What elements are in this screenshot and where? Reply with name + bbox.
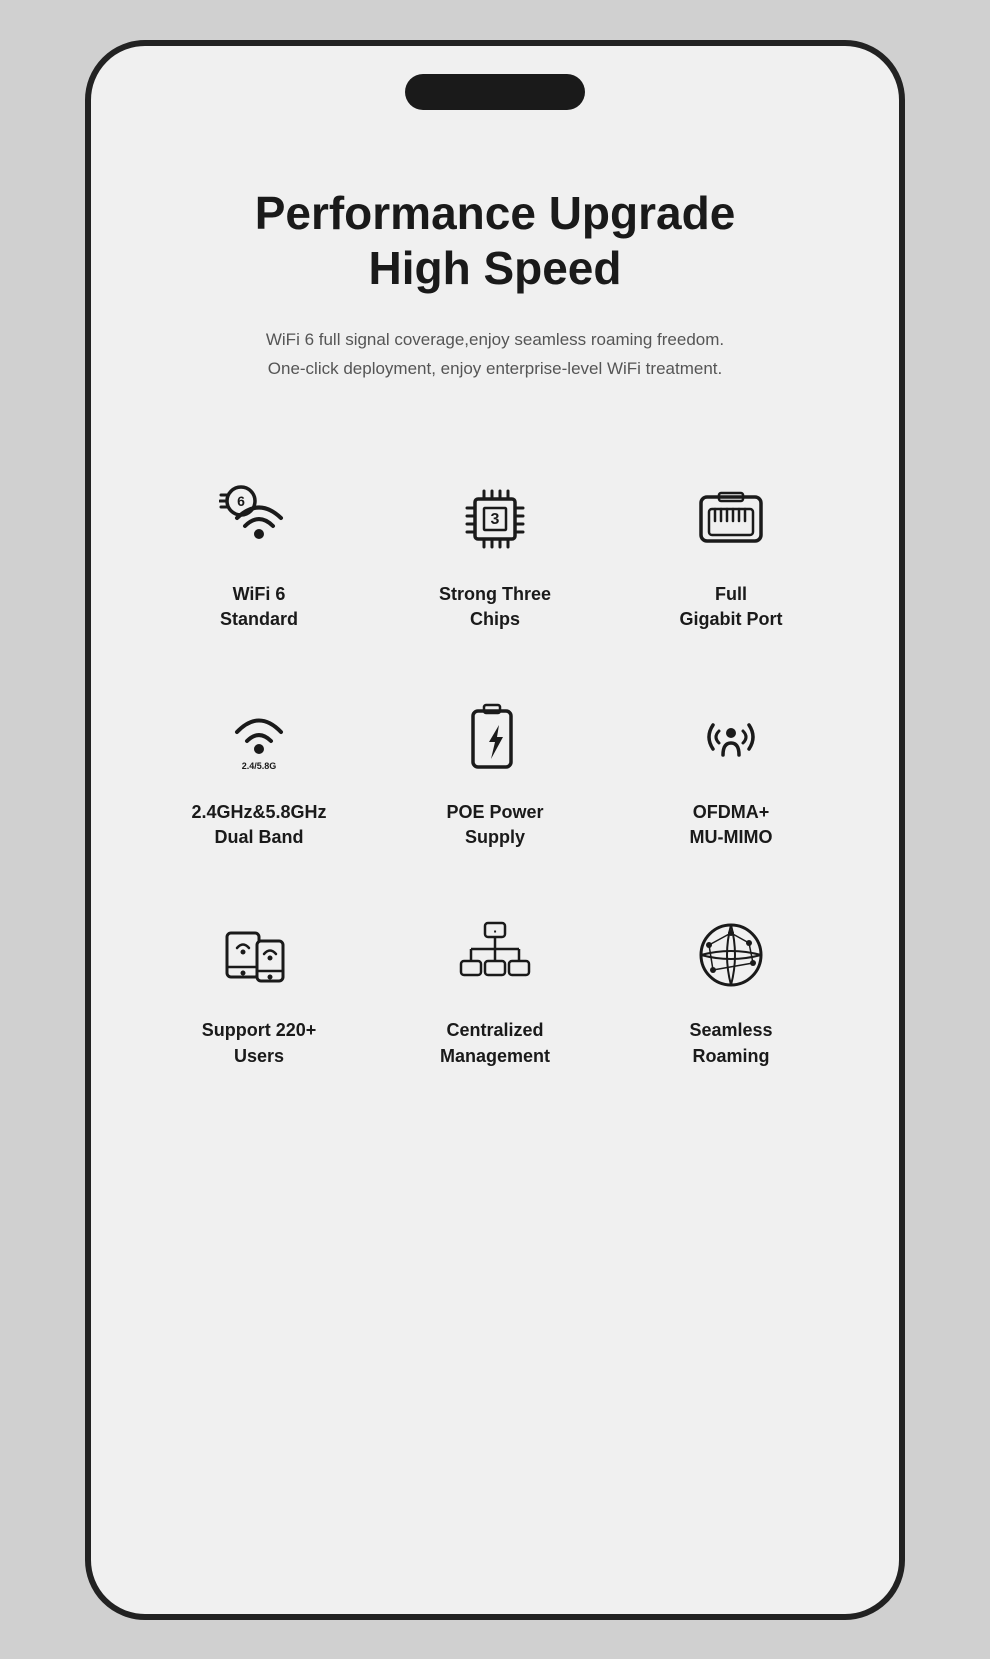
feature-chips: 3	[387, 444, 603, 652]
gigabit-label: FullGigabit Port	[680, 582, 783, 632]
management-icon: ▪	[450, 910, 540, 1000]
ofdma-label: OFDMA+MU-MIMO	[690, 800, 773, 850]
feature-ofdma: OFDMA+MU-MIMO	[623, 662, 839, 870]
ofdma-icon	[686, 692, 776, 782]
feature-wifi6: 6 WiFi 6Standard	[151, 444, 367, 652]
dualband-icon: 2.4/5.8G	[214, 692, 304, 782]
svg-text:2.4/5.8G: 2.4/5.8G	[242, 761, 277, 771]
users-label: Support 220+Users	[202, 1018, 317, 1068]
gigabit-icon	[686, 474, 776, 564]
feature-management: ▪	[387, 880, 603, 1088]
phone-notch	[405, 74, 585, 110]
chips-label: Strong ThreeChips	[439, 582, 551, 632]
chips-icon: 3	[450, 474, 540, 564]
feature-gigabit: FullGigabit Port	[623, 444, 839, 652]
title-section: Performance UpgradeHigh Speed WiFi 6 ful…	[255, 186, 736, 384]
page-subtitle: WiFi 6 full signal coverage,enjoy seamle…	[255, 326, 736, 384]
svg-text:▪: ▪	[494, 927, 497, 936]
page-title: Performance UpgradeHigh Speed	[255, 186, 736, 296]
feature-roaming: SeamlessRoaming	[623, 880, 839, 1088]
management-label: CentralizedManagement	[440, 1018, 550, 1068]
roaming-icon	[686, 910, 776, 1000]
dualband-label: 2.4GHz&5.8GHzDual Band	[191, 800, 326, 850]
poe-icon	[450, 692, 540, 782]
feature-dualband: 2.4/5.8G 2.4GHz&5.8GHzDual Band	[151, 662, 367, 870]
wifi6-icon: 6	[214, 474, 304, 564]
svg-text:6: 6	[237, 493, 245, 509]
svg-text:3: 3	[491, 511, 500, 528]
poe-label: POE PowerSupply	[446, 800, 543, 850]
phone-frame: Performance UpgradeHigh Speed WiFi 6 ful…	[85, 40, 905, 1620]
wifi6-label: WiFi 6Standard	[220, 582, 298, 632]
features-grid: 6 WiFi 6Standard 3	[151, 444, 839, 1089]
feature-poe: POE PowerSupply	[387, 662, 603, 870]
roaming-label: SeamlessRoaming	[689, 1018, 772, 1068]
feature-users: Support 220+Users	[151, 880, 367, 1088]
users-icon	[214, 910, 304, 1000]
